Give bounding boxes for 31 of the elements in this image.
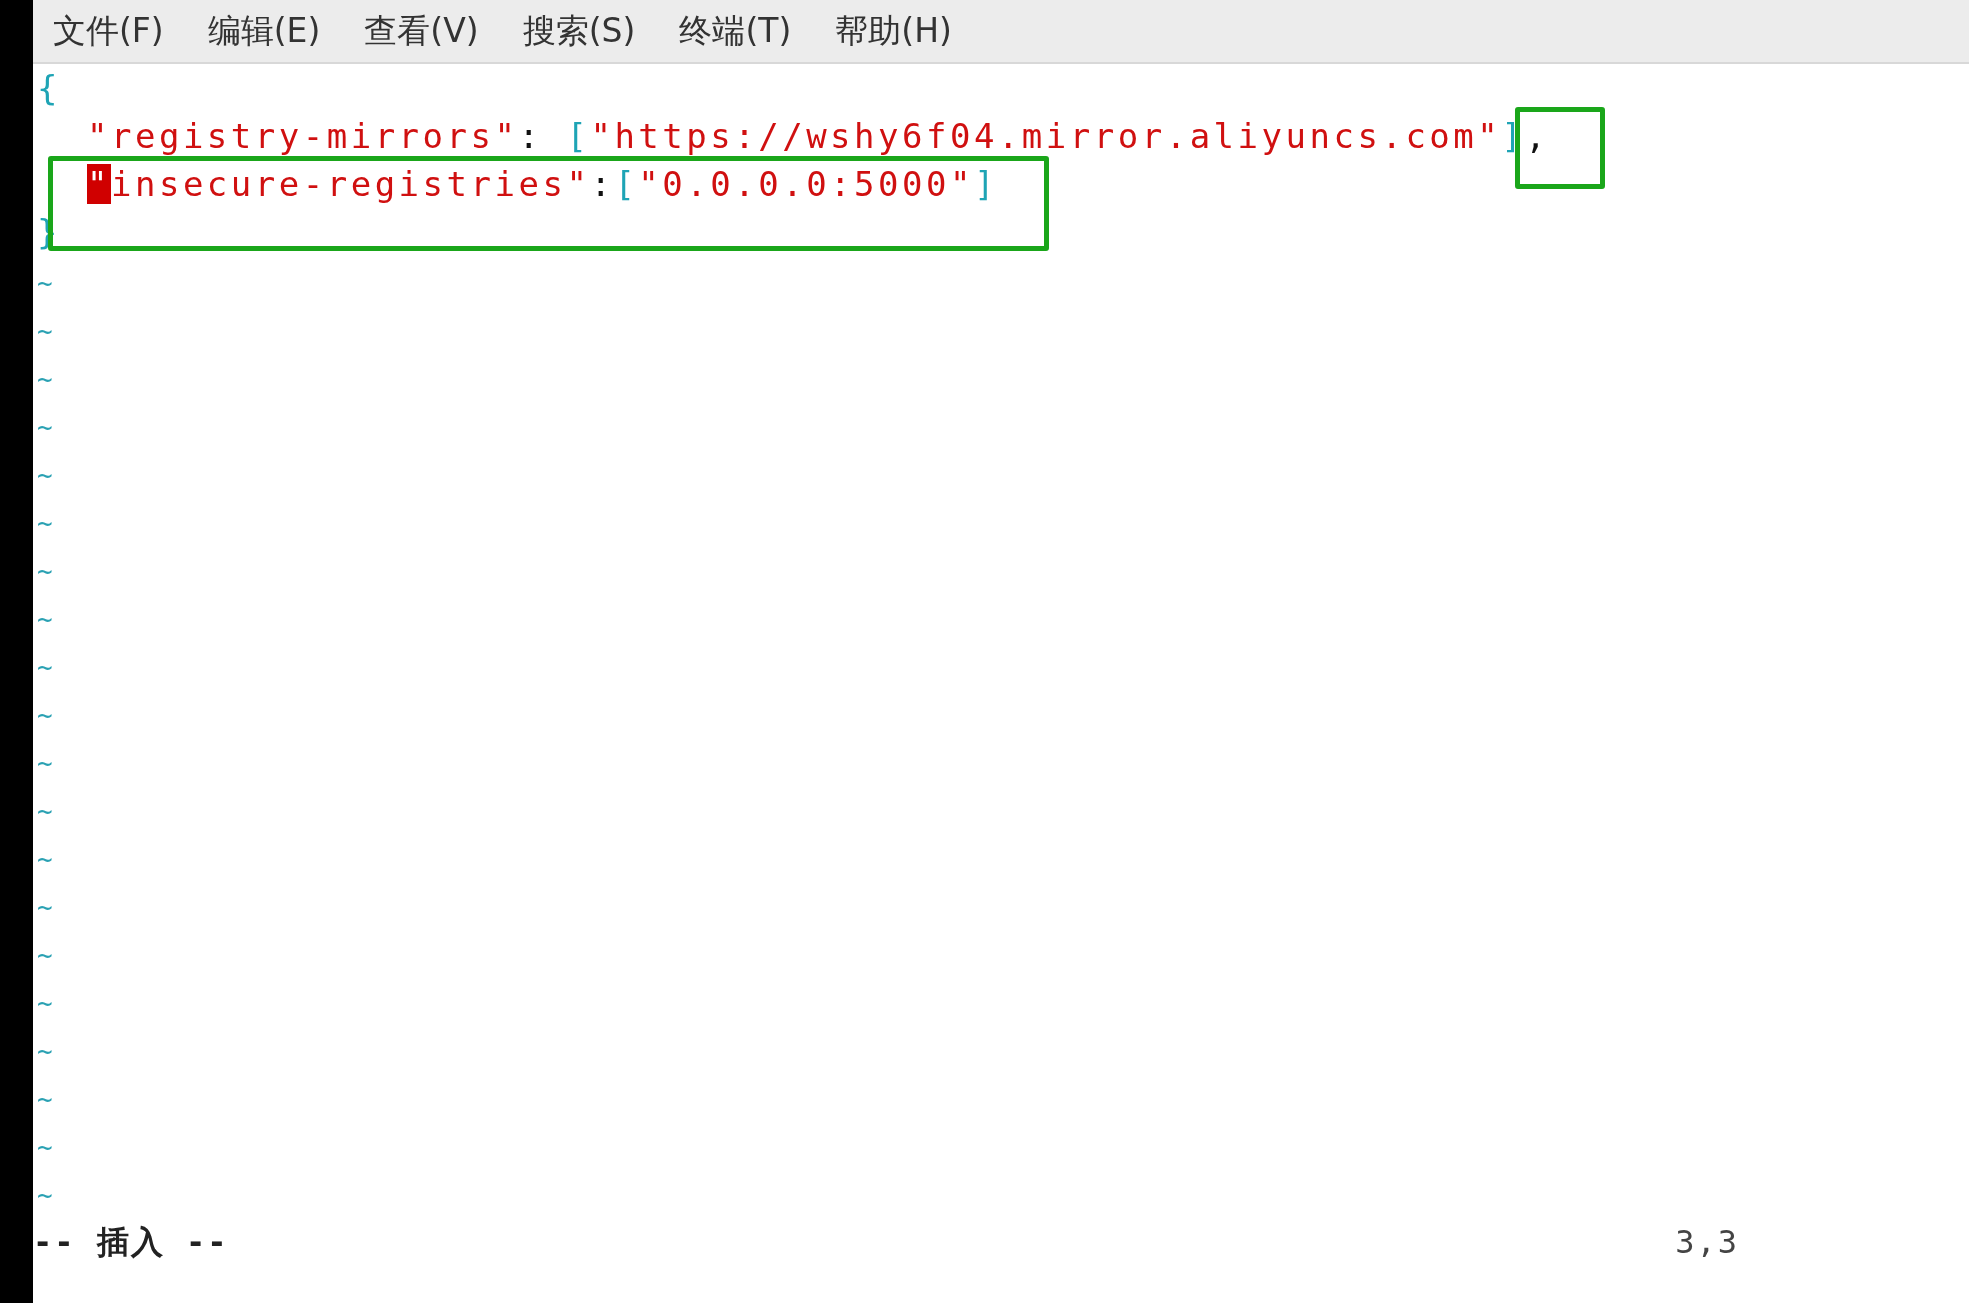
empty-line-marker: ~ [37,1180,57,1210]
cursor-position: 3,3 [1675,1222,1739,1263]
empty-line-marker: ~ [37,556,57,586]
empty-line-marker: ~ [37,892,57,922]
menu-item[interactable]: 终端(T) [677,8,794,54]
empty-line-marker: ~ [37,988,57,1018]
empty-line-marker: ~ [37,316,57,346]
empty-line-marker: ~ [37,412,57,442]
code-line: "registry-mirrors": ["https://wshy6f04.mirror.aliyuncs.com"], [86,115,1550,158]
empty-line-marker: ~ [37,652,57,682]
empty-line-marker: ~ [37,460,57,490]
menu-item[interactable]: 查看(V) [362,8,481,54]
empty-line-marker: ~ [37,508,57,538]
empty-line-marker: ~ [37,796,57,826]
empty-line-marker: ~ [37,748,57,778]
menu-item[interactable]: 帮助(H) [833,8,954,54]
menu-item[interactable]: 搜索(S) [520,8,638,54]
menu-item[interactable]: 编辑(E) [205,8,323,54]
empty-line-marker: ~ [37,268,57,298]
empty-line-marker: ~ [37,844,57,874]
menu-item[interactable]: 文件(F) [51,8,166,54]
code-line: "insecure-registries":["0.0.0.0:5000"] [86,163,998,206]
empty-line-marker: ~ [37,1084,57,1114]
code-line: { [36,67,61,110]
empty-line-marker: ~ [37,364,57,394]
empty-line-marker: ~ [37,940,57,970]
empty-line-marker: ~ [37,700,57,730]
empty-line-marker: ~ [37,1132,57,1162]
empty-line-marker: ~ [37,604,57,634]
mode-indicator: -- 插入 -- [33,1222,229,1263]
empty-line-marker: ~ [37,1036,57,1066]
